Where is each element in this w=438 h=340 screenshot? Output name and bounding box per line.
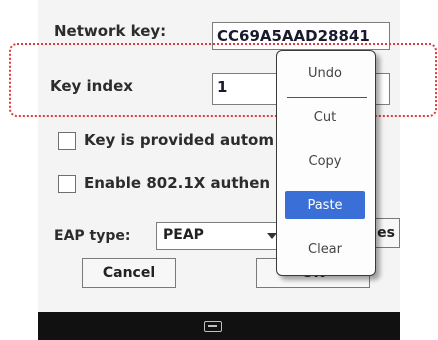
menu-item-clear[interactable]: Clear: [285, 235, 365, 263]
auto-key-label: Key is provided autom: [84, 131, 274, 149]
key-index-label: Key index: [50, 77, 133, 95]
menu-item-cut[interactable]: Cut: [285, 103, 365, 131]
eap-type-select[interactable]: PEAP: [156, 222, 288, 250]
enable-8021x-label: Enable 802.1X authen: [84, 174, 271, 192]
taskbar: [38, 312, 400, 340]
eap-type-label: EAP type:: [54, 228, 131, 244]
menu-item-copy[interactable]: Copy: [285, 147, 365, 175]
edit-context-menu: Undo Cut Copy Paste Clear: [276, 50, 376, 276]
menu-separator: [287, 97, 367, 98]
network-key-input[interactable]: CC69A5AAD28841: [212, 22, 390, 50]
keyboard-icon[interactable]: [204, 321, 222, 332]
cancel-button[interactable]: Cancel: [82, 258, 176, 288]
menu-item-paste[interactable]: Paste: [285, 191, 365, 219]
network-key-label: Network key:: [54, 22, 167, 40]
menu-item-undo[interactable]: Undo: [285, 59, 365, 87]
auto-key-checkbox[interactable]: [58, 132, 76, 150]
eap-type-value: PEAP: [163, 227, 204, 243]
enable-8021x-checkbox[interactable]: [58, 175, 76, 193]
